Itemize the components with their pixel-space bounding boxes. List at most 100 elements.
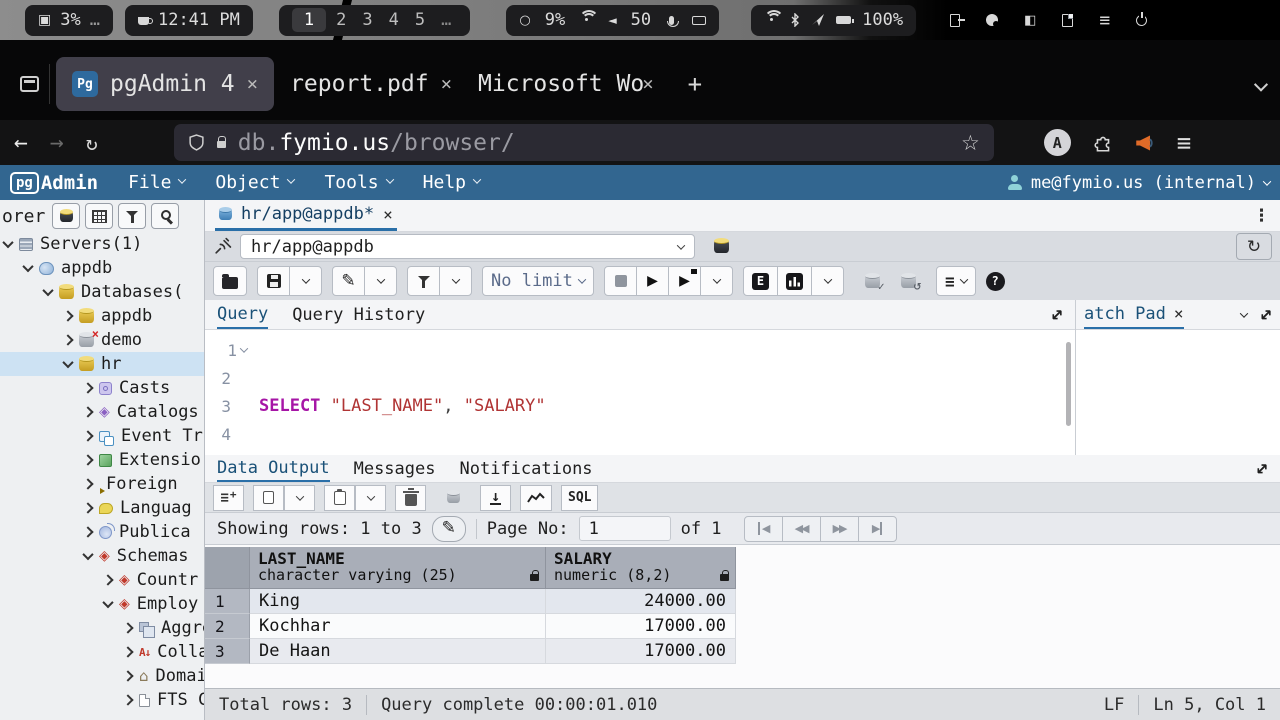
account-icon[interactable]: A bbox=[1044, 129, 1071, 156]
editor-scrollbar[interactable] bbox=[1066, 342, 1071, 426]
filter-button[interactable] bbox=[118, 203, 146, 229]
delete-row-button[interactable] bbox=[395, 485, 426, 511]
address-bar[interactable]: db.fymio.us/browser/ ☆ bbox=[174, 124, 994, 161]
tree-item-fts-configurations[interactable]: FTS C bbox=[0, 688, 204, 712]
lock-icon[interactable] bbox=[217, 141, 226, 148]
close-icon[interactable]: × bbox=[383, 205, 393, 224]
workspace-2[interactable]: 2 bbox=[330, 10, 352, 30]
tree-item-casts[interactable]: Casts bbox=[0, 376, 204, 400]
system-tray[interactable]: 100% bbox=[751, 5, 916, 36]
chevron-down-icon[interactable] bbox=[2, 237, 13, 248]
row-number[interactable]: 2 bbox=[205, 614, 250, 639]
download-button[interactable]: ↓ bbox=[480, 485, 511, 511]
sql-editor[interactable]: 1 2 3 4 SELECT "LAST_NAME", "SALARY" FRO… bbox=[205, 330, 1075, 455]
status-indicators[interactable]: ○ 9% ◄ 50 bbox=[506, 5, 719, 36]
cancel-query-button[interactable] bbox=[604, 266, 637, 296]
chevron-right-icon[interactable] bbox=[82, 406, 93, 417]
chevron-down-icon[interactable] bbox=[82, 549, 93, 560]
reload-icon[interactable]: ↻ bbox=[86, 131, 98, 155]
tab-messages[interactable]: Messages bbox=[354, 455, 436, 482]
tree-item-event-triggers[interactable]: Event Tr bbox=[0, 424, 204, 448]
cell-salary[interactable]: 24000.00 bbox=[546, 589, 736, 614]
browser-tab-pgadmin[interactable]: Pg pgAdmin 4 × bbox=[56, 57, 274, 111]
tree-item-database-hr[interactable]: hr bbox=[0, 352, 204, 376]
contrast-icon[interactable]: ◧ bbox=[1024, 13, 1036, 28]
tab-notifications[interactable]: Notifications bbox=[459, 455, 592, 482]
fold-chevron-icon[interactable] bbox=[240, 344, 248, 352]
back-icon[interactable]: ← bbox=[14, 130, 28, 156]
tree-item-languages[interactable]: Languag bbox=[0, 496, 204, 520]
tree-item-aggregates[interactable]: Aggre bbox=[0, 616, 204, 640]
cell-salary[interactable]: 17000.00 bbox=[546, 614, 736, 639]
tree-item-schema-employeesdepartments[interactable]: ◈Employ bbox=[0, 592, 204, 616]
tree-item-collations[interactable]: A↓Colla bbox=[0, 640, 204, 664]
paste-options-button[interactable] bbox=[355, 485, 386, 511]
chevron-right-icon[interactable] bbox=[82, 454, 93, 465]
copy-options-button[interactable] bbox=[284, 485, 315, 511]
copy-button[interactable] bbox=[253, 485, 284, 511]
edit-options-button[interactable] bbox=[364, 266, 397, 296]
tree-item-databases[interactable]: Databases( bbox=[0, 280, 204, 304]
workspace-1[interactable]: 1 bbox=[292, 8, 326, 32]
open-file-button[interactable] bbox=[213, 266, 247, 296]
chevron-down-icon[interactable] bbox=[42, 285, 53, 296]
chevron-right-icon[interactable] bbox=[82, 526, 93, 537]
workspace-switcher[interactable]: 1 2 3 4 5 … bbox=[279, 5, 471, 36]
chevron-down-icon[interactable] bbox=[102, 597, 113, 608]
chevron-right-icon[interactable] bbox=[82, 430, 93, 441]
browser-menu-icon[interactable]: ≡ bbox=[1177, 129, 1191, 157]
chevron-right-icon[interactable] bbox=[82, 502, 93, 513]
tab-query-history[interactable]: Query History bbox=[292, 300, 425, 329]
tree-item-domains[interactable]: ⌂Domai bbox=[0, 664, 204, 688]
workspace-5[interactable]: 5 bbox=[409, 10, 431, 30]
next-page-button[interactable]: ▶▶ bbox=[820, 516, 859, 542]
row-limit-select[interactable]: No limit bbox=[482, 266, 594, 296]
new-connection-button[interactable] bbox=[703, 234, 739, 259]
explain-button[interactable]: E bbox=[743, 266, 778, 296]
query-tool-tab[interactable]: hr/app@appdb* × bbox=[215, 200, 397, 231]
column-header-last-name[interactable]: LAST_NAME character varying (25) bbox=[250, 547, 546, 589]
close-tab-icon[interactable]: × bbox=[441, 73, 452, 95]
row-number[interactable]: 1 bbox=[205, 589, 250, 614]
chevron-down-icon[interactable] bbox=[1239, 309, 1247, 317]
filter-button[interactable] bbox=[407, 266, 440, 296]
dependencies-grid-button[interactable] bbox=[85, 203, 113, 229]
prev-page-button[interactable]: ◀◀ bbox=[782, 516, 821, 542]
execute-button[interactable]: ▶ bbox=[636, 266, 669, 296]
scratch-pad-body[interactable] bbox=[1076, 330, 1280, 455]
shield-icon[interactable] bbox=[188, 134, 205, 151]
megaphone-extension-icon[interactable] bbox=[1135, 134, 1155, 152]
edit-range-button[interactable]: ✎ bbox=[432, 516, 466, 542]
user-menu[interactable]: me@fymio.us (internal) bbox=[1007, 173, 1270, 193]
extensions-puzzle-icon[interactable] bbox=[1093, 133, 1113, 153]
browser-tab-word[interactable]: Microsoft Wo × bbox=[462, 57, 670, 111]
close-tab-icon[interactable]: × bbox=[642, 73, 653, 95]
cell-last-name[interactable]: King bbox=[250, 589, 546, 614]
chevron-right-icon[interactable] bbox=[122, 646, 133, 657]
tab-overview-icon[interactable] bbox=[20, 76, 39, 92]
tree-item-server-appdb[interactable]: appdb bbox=[0, 256, 204, 280]
chevron-right-icon[interactable] bbox=[62, 310, 73, 321]
chevron-right-icon[interactable] bbox=[122, 670, 133, 681]
menu-file[interactable]: File bbox=[128, 172, 185, 193]
reset-layout-button[interactable]: ↻ bbox=[1236, 233, 1272, 260]
save-options-button[interactable] bbox=[289, 266, 322, 296]
tab-scratch-pad[interactable]: atch Pad× bbox=[1084, 300, 1184, 329]
expand-output-icon[interactable]: ↔ bbox=[1250, 457, 1273, 480]
file-icon[interactable] bbox=[1062, 14, 1073, 27]
execute-options-button[interactable]: ▶ bbox=[668, 266, 701, 296]
chevron-right-icon[interactable] bbox=[122, 694, 133, 705]
db-actions-button[interactable] bbox=[52, 203, 80, 229]
chevron-right-icon[interactable] bbox=[82, 382, 93, 393]
power-icon[interactable] bbox=[1136, 15, 1147, 26]
table-corner-cell[interactable] bbox=[205, 547, 250, 589]
list-all-tabs-icon[interactable] bbox=[1256, 71, 1266, 97]
menu-tools[interactable]: Tools bbox=[324, 172, 392, 193]
menu-object[interactable]: Object bbox=[215, 172, 294, 193]
first-page-button[interactable]: ◀ bbox=[744, 516, 783, 542]
url-text[interactable]: db.fymio.us/browser/ bbox=[238, 130, 515, 156]
save-data-button[interactable] bbox=[435, 485, 471, 510]
cell-last-name[interactable]: Kochhar bbox=[250, 614, 546, 639]
tree-item-foreign-data-wrappers[interactable]: Foreign bbox=[0, 472, 204, 496]
clock-indicator[interactable]: 12:41 PM bbox=[125, 5, 253, 36]
